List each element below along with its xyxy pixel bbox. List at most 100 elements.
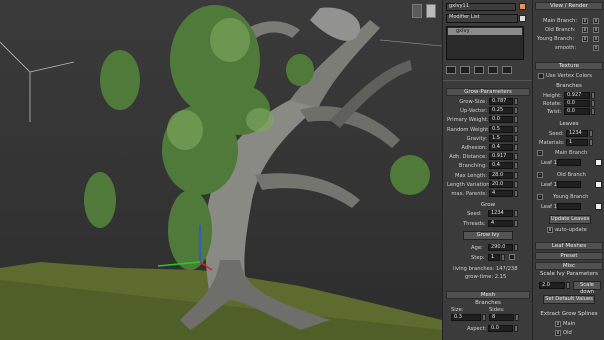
rotate-label: Rotate: [543, 101, 562, 107]
young-leaf1-swatch[interactable] [595, 203, 602, 210]
young-leaf1-field[interactable] [557, 203, 581, 210]
viewport-nav-icon[interactable] [426, 4, 436, 18]
materials-spinner[interactable] [589, 139, 593, 146]
grow-param-field[interactable]: 0.787 [489, 98, 513, 105]
grow-param-spinner[interactable] [514, 116, 518, 124]
threads-spinner[interactable] [514, 220, 518, 227]
object-name-field[interactable]: gxIvy11 [446, 3, 516, 11]
show-end-result-icon[interactable] [460, 66, 470, 74]
make-unique-icon[interactable] [474, 66, 484, 74]
step-field[interactable]: 1 [488, 254, 500, 261]
old-branch-render-check[interactable]: x [593, 27, 599, 33]
main-branch-view-check[interactable]: x [582, 18, 588, 24]
scale-down-button[interactable]: Scale down [573, 281, 601, 295]
grow-param-field[interactable]: 1.5 [489, 134, 513, 142]
grow-param-spinner[interactable] [514, 107, 518, 115]
main-branch-render-check[interactable]: x [593, 18, 599, 24]
grow-param-label: Branching: [458, 163, 487, 170]
grow-ivy-button[interactable]: Grow Ivy [463, 231, 513, 240]
scale-value-field[interactable]: 2.0 [539, 282, 565, 289]
mesh-rollout[interactable]: Mesh [446, 291, 530, 299]
grow-param-spinner[interactable] [514, 144, 518, 151]
grow-param-field[interactable]: 0.25 [489, 107, 513, 115]
leaves-seed-field[interactable]: 1234 [566, 130, 588, 137]
modifier-stack[interactable]: gxIvy [446, 26, 524, 60]
viewport-cube-icon[interactable] [412, 4, 422, 18]
extract-old-check[interactable]: x [555, 330, 561, 336]
viewport[interactable] [0, 0, 442, 340]
threads-field[interactable]: 4 [488, 220, 513, 227]
young-branch-view-check[interactable]: x [582, 36, 588, 42]
grow-param-spinner[interactable] [514, 98, 518, 105]
set-default-values-button[interactable]: Set Default Values [543, 295, 595, 304]
main-leaf1-swatch[interactable] [595, 159, 602, 166]
extract-grow-splines-header: Extract Grow Splines [540, 311, 598, 317]
grow-seed-field[interactable]: 1234 [488, 210, 513, 217]
aspect-field[interactable]: 0.0 [488, 325, 513, 332]
aspect-spinner[interactable] [514, 325, 518, 332]
rotate-field[interactable]: 0.0 [564, 100, 590, 107]
grow-param-spinner[interactable] [514, 180, 518, 188]
grow-param-spinner[interactable] [514, 134, 518, 142]
grow-param-spinner[interactable] [514, 162, 518, 170]
pin-stack-icon[interactable] [446, 66, 456, 74]
old-leaf1-field[interactable] [557, 181, 581, 188]
view-render-panel: View / Render Main Branch: x x Old Branc… [532, 0, 604, 340]
auto-update-check[interactable]: x [547, 227, 553, 233]
grow-param-field[interactable]: 0.5 [489, 125, 513, 133]
young-branch-render-check[interactable]: x [593, 36, 599, 42]
size-spinner[interactable] [482, 314, 486, 321]
grow-param-spinner[interactable] [514, 125, 518, 133]
young-branch-collapse-icon[interactable]: - [537, 194, 543, 200]
leaves-seed-spinner[interactable] [589, 130, 593, 137]
remove-modifier-icon[interactable] [488, 66, 498, 74]
object-color-swatch[interactable] [519, 3, 526, 10]
step-spinner[interactable] [501, 254, 505, 261]
sides-field[interactable]: 8 [489, 314, 514, 321]
main-branch-collapse-icon[interactable]: - [537, 150, 543, 156]
old-branch-collapse-icon[interactable]: - [537, 172, 543, 178]
view-render-rollout[interactable]: View / Render [535, 2, 603, 10]
configure-sets-icon[interactable] [502, 66, 512, 74]
twist-field[interactable]: 0.0 [564, 108, 590, 115]
grow-param-label: Length Variation: [447, 181, 492, 188]
grow-param-spinner[interactable] [514, 190, 518, 197]
grow-seed-spinner[interactable] [514, 210, 518, 217]
sides-spinner[interactable] [515, 314, 519, 321]
materials-field[interactable]: 1 [566, 139, 588, 146]
use-vertex-colors-check[interactable] [538, 73, 544, 79]
grow-param-field[interactable]: 4 [489, 190, 513, 197]
grow-parameters-rollout[interactable]: Grow-Parameters [446, 88, 530, 96]
twist-spinner[interactable] [591, 108, 595, 115]
update-leaves-button[interactable]: Update Leaves [549, 215, 591, 224]
age-field[interactable]: 290.0 [488, 244, 513, 251]
grow-param-spinner[interactable] [514, 153, 518, 161]
modifier-list-dropdown[interactable]: Modifier List [446, 14, 518, 23]
preset-rollout[interactable]: Preset [535, 252, 603, 260]
grow-param-field[interactable]: 20.0 [489, 180, 513, 188]
grow-param-field[interactable]: 0.917 [489, 153, 513, 161]
extract-main-check[interactable]: x [555, 321, 561, 327]
grow-param-field[interactable]: 0.0 [489, 116, 513, 124]
rotate-spinner[interactable] [591, 100, 595, 107]
grow-param-spinner[interactable] [514, 171, 518, 179]
texture-rollout[interactable]: Texture [535, 62, 603, 70]
stack-item-gxivy[interactable]: gxIvy [448, 28, 522, 35]
leaf-meshes-rollout[interactable]: Leaf Meshes [535, 242, 603, 250]
grow-param-field[interactable]: 0.4 [489, 144, 513, 151]
mesh-branches-header: Branches [475, 300, 501, 306]
old-branch-view-check[interactable]: x [582, 27, 588, 33]
height-spinner[interactable] [591, 92, 595, 99]
modifier-list-arrow-icon[interactable] [519, 15, 526, 22]
step-play-icon[interactable] [509, 254, 515, 260]
misc-rollout[interactable]: Misc [535, 262, 603, 270]
grow-param-field[interactable]: 0.4 [489, 162, 513, 170]
height-field[interactable]: 0.927 [564, 92, 590, 99]
scale-value-spinner[interactable] [566, 282, 570, 289]
age-spinner[interactable] [514, 244, 518, 251]
old-leaf1-swatch[interactable] [595, 181, 602, 188]
smooth-check[interactable]: x [593, 45, 599, 51]
main-leaf1-field[interactable] [557, 159, 581, 166]
size-field[interactable]: 0.3 [451, 314, 481, 321]
grow-param-field[interactable]: 28.0 [489, 171, 513, 179]
